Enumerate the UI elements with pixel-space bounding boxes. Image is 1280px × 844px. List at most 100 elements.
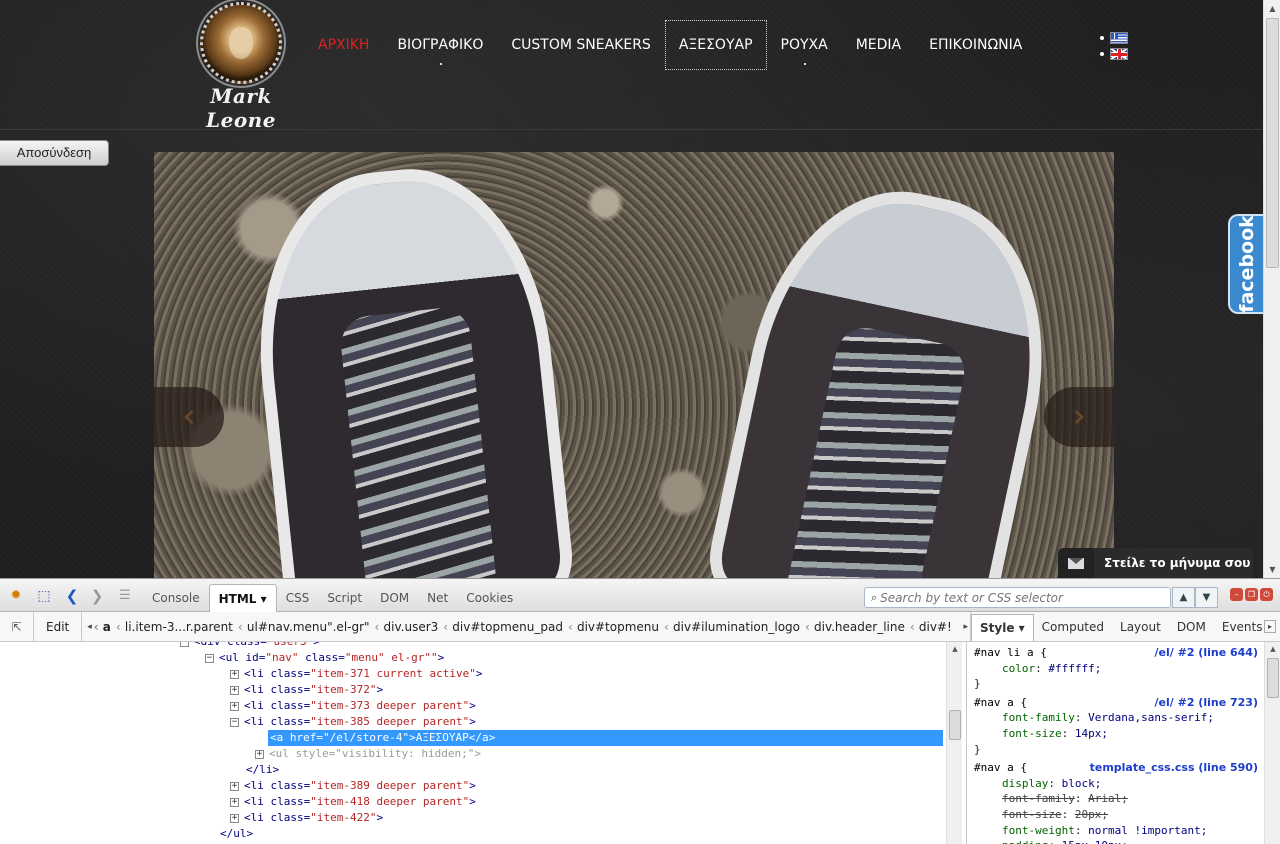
edit-button[interactable]: Edit bbox=[34, 612, 83, 641]
firebug-search-input[interactable] bbox=[880, 590, 1161, 605]
nav-item-contact[interactable]: ΕΠΙΚΟΙΝΩΝΙΑ bbox=[915, 20, 1036, 70]
tab-cookies[interactable]: Cookies bbox=[457, 584, 522, 612]
lang-greek[interactable] bbox=[1100, 30, 1128, 46]
css-source-link[interactable]: template_css.css (line 590) bbox=[1090, 760, 1258, 776]
expand-icon[interactable]: + bbox=[230, 813, 239, 823]
scroll-up-icon[interactable]: ▲ bbox=[1264, 0, 1280, 17]
css-property[interactable]: padding: 15px 10px; bbox=[974, 838, 1264, 844]
list-menu-icon[interactable]: ☰ bbox=[117, 588, 133, 604]
scrollbar-thumb[interactable] bbox=[949, 710, 961, 740]
css-property[interactable]: display: block; bbox=[974, 776, 1264, 792]
search-prev-icon[interactable]: ▲ bbox=[1172, 587, 1195, 608]
nav-item-media[interactable]: MEDIA bbox=[842, 20, 915, 70]
side-tab-computed[interactable]: Computed bbox=[1034, 614, 1112, 641]
side-tab-dom[interactable]: DOM bbox=[1169, 614, 1214, 641]
html-tree-node[interactable]: + <li class="item-371 current active"> bbox=[230, 666, 482, 682]
scroll-up-icon[interactable]: ▲ bbox=[1265, 642, 1280, 656]
css-property[interactable]: font-family: Verdana,sans-serif; bbox=[974, 710, 1264, 726]
collapse-icon[interactable]: − bbox=[230, 717, 239, 727]
html-tree-node[interactable]: + <li class="item-372"> bbox=[230, 682, 383, 698]
scroll-down-icon[interactable]: ▼ bbox=[1264, 561, 1280, 578]
expand-icon[interactable]: + bbox=[230, 781, 239, 791]
html-tree-node[interactable]: + <li class="item-373 deeper parent"> bbox=[230, 698, 476, 714]
facebook-tab[interactable]: facebook bbox=[1228, 214, 1263, 314]
tab-console[interactable]: Console bbox=[143, 584, 209, 612]
css-selector[interactable]: #nav a { bbox=[974, 696, 1027, 709]
html-tree-node[interactable]: − <ul id="nav" class="menu" el-gr""> bbox=[205, 650, 444, 666]
breadcrumb-item[interactable]: div#ilumination_logo bbox=[664, 620, 808, 634]
more-tabs-icon[interactable]: ▸ bbox=[1264, 620, 1276, 633]
css-source-link[interactable]: /el/ #2 (line 644) bbox=[1155, 645, 1258, 661]
tab-css[interactable]: CSS bbox=[277, 584, 319, 612]
expand-icon[interactable]: + bbox=[255, 749, 264, 759]
css-property[interactable]: font-size: 20px; bbox=[974, 807, 1264, 823]
tab-html[interactable]: HTML ▾ bbox=[208, 584, 277, 613]
collapse-icon[interactable]: − bbox=[205, 653, 214, 663]
nav-item-custom-sneakers[interactable]: CUSTOM SNEAKERS bbox=[497, 20, 664, 70]
page-scrollbar[interactable]: ▲ ▼ bbox=[1263, 0, 1280, 578]
breadcrumb-item[interactable]: div.user3 bbox=[375, 620, 447, 634]
css-property[interactable]: font-family: Arial; bbox=[974, 791, 1264, 807]
minimize-icon[interactable]: – bbox=[1230, 588, 1243, 601]
expand-icon[interactable]: + bbox=[230, 701, 239, 711]
detach-window-icon[interactable]: ❐ bbox=[1245, 588, 1258, 601]
css-property[interactable]: font-weight: normal !important; bbox=[974, 823, 1264, 839]
side-tab-events[interactable]: Events bbox=[1214, 614, 1271, 641]
html-tree-node[interactable]: + <li class="item-418 deeper parent"> bbox=[230, 794, 476, 810]
breadcrumb-item[interactable]: ul#nav.menu".el-gr" bbox=[238, 620, 378, 634]
html-tree-node[interactable]: </ul> bbox=[220, 826, 253, 842]
back-arrow-icon[interactable]: ❮ bbox=[64, 588, 80, 604]
tab-script[interactable]: Script bbox=[318, 584, 371, 612]
css-property[interactable]: color: #ffffff; bbox=[974, 661, 1264, 677]
html-tree-scrollbar[interactable]: ▲ bbox=[946, 642, 962, 844]
css-selector[interactable]: #nav a { bbox=[974, 761, 1027, 774]
breadcrumb-item[interactable]: div#! bbox=[910, 620, 960, 634]
nav-item-biography[interactable]: ΒΙΟΓΡΑΦΙΚΟ bbox=[383, 20, 497, 70]
tag-text: <li bbox=[244, 715, 271, 728]
breadcrumb-item[interactable]: li.item-3...r.parent bbox=[116, 620, 241, 634]
slide-next-button[interactable]: › bbox=[1044, 387, 1114, 447]
breadcrumb-item[interactable]: div#topmenu_pad bbox=[443, 620, 571, 634]
css-selector[interactable]: #nav li a { bbox=[974, 646, 1047, 659]
breadcrumb-item[interactable]: div#topmenu bbox=[568, 620, 667, 634]
html-tree-node[interactable]: </li> bbox=[246, 762, 279, 778]
expand-icon[interactable]: + bbox=[230, 669, 239, 679]
firebug-bug-icon[interactable]: ✹ bbox=[8, 588, 24, 604]
side-tab-layout[interactable]: Layout bbox=[1112, 614, 1169, 641]
expand-icon[interactable]: + bbox=[230, 685, 239, 695]
search-next-icon[interactable]: ▼ bbox=[1195, 587, 1218, 608]
breadcrumb-scroll-right-icon[interactable]: ▸ bbox=[963, 622, 968, 632]
lang-english[interactable] bbox=[1100, 46, 1128, 62]
style-panel-scrollbar[interactable]: ▲ bbox=[1264, 642, 1280, 844]
tab-dom[interactable]: DOM bbox=[371, 584, 418, 612]
tab-net[interactable]: Net bbox=[418, 584, 457, 612]
nav-item-clothing[interactable]: ΡΟΥΧΑ bbox=[767, 20, 842, 70]
nav-item-accessories[interactable]: ΑΞΕΣΟΥΑΡ bbox=[664, 20, 767, 70]
side-tab-style[interactable]: Style ▾ bbox=[971, 614, 1034, 641]
html-tree-node[interactable]: + <li class="item-389 deeper parent"> bbox=[230, 778, 476, 794]
html-tree-node[interactable]: −<div class="user3"> bbox=[180, 642, 320, 650]
forward-arrow-icon[interactable]: ❯ bbox=[89, 588, 105, 604]
css-property[interactable]: font-size: 14px; bbox=[974, 726, 1264, 742]
css-property-name: font-weight bbox=[1002, 823, 1075, 837]
collapse-icon[interactable]: − bbox=[180, 642, 189, 647]
inspect-element-icon[interactable]: ⬚ bbox=[36, 588, 52, 604]
logout-button[interactable]: Αποσύνδεση bbox=[0, 140, 109, 166]
expand-icon[interactable]: + bbox=[230, 797, 239, 807]
css-source-link[interactable]: /el/ #2 (line 723) bbox=[1155, 695, 1258, 711]
send-message-widget[interactable]: Στείλε το μήνυμα σου bbox=[1058, 548, 1253, 578]
html-tree-node[interactable]: <a href="/el/store-4">ΑΞΕΣΟΥΑΡ</a> bbox=[268, 730, 943, 746]
nav-item-home[interactable]: ΑΡΧΙΚΗ bbox=[304, 20, 383, 70]
css-property-value: block; bbox=[1061, 776, 1102, 790]
close-icon[interactable]: ⏻ bbox=[1260, 588, 1273, 601]
breadcrumb-item[interactable]: div.header_line bbox=[805, 620, 913, 634]
node-picker-icon[interactable]: ⇱ bbox=[0, 612, 34, 641]
scrollbar-thumb[interactable] bbox=[1266, 18, 1279, 268]
scrollbar-thumb[interactable] bbox=[1267, 658, 1279, 698]
site-logo[interactable]: Mark Leone bbox=[176, 2, 306, 132]
scroll-up-icon[interactable]: ▲ bbox=[947, 642, 963, 656]
html-tree-node[interactable]: − <li class="item-385 deeper parent"> bbox=[230, 714, 476, 730]
html-tree-node[interactable]: + <ul style="visibility: hidden;"> bbox=[255, 746, 481, 762]
html-tree-node[interactable]: + <li class="item-422"> bbox=[230, 810, 383, 826]
slide-prev-button[interactable]: ‹ bbox=[154, 387, 224, 447]
